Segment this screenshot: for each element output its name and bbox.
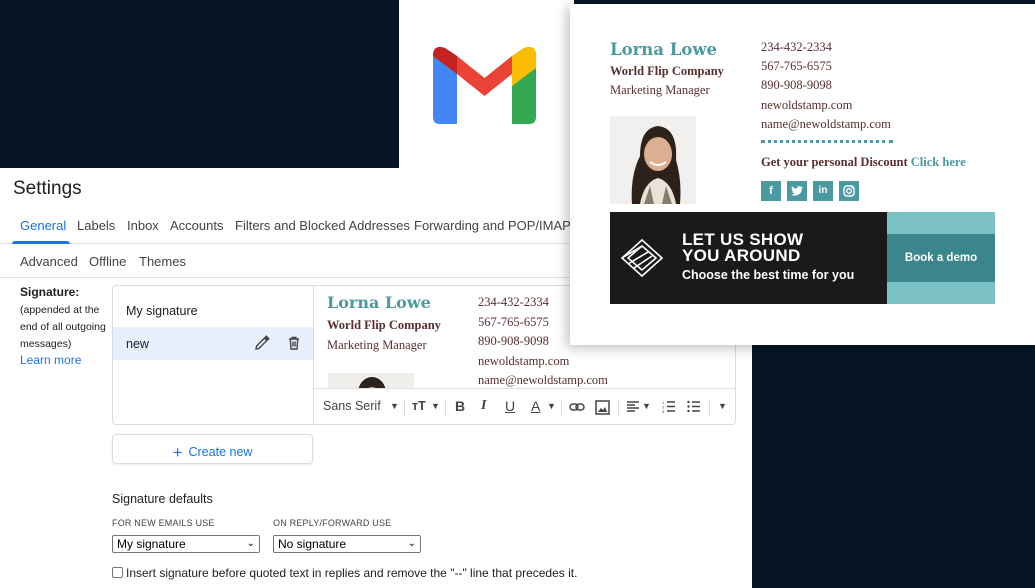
tab-labels[interactable]: Labels [77,218,115,233]
cta-banner[interactable]: LET US SHOW YOU AROUND Choose the best t… [610,212,995,304]
tab-inbox[interactable]: Inbox [127,218,159,233]
tab-themes[interactable]: Themes [139,254,186,269]
pencil-icon[interactable] [254,335,270,351]
page-title: Settings [13,178,82,199]
discount-link[interactable]: Click here [911,155,966,169]
tab-offline[interactable]: Offline [89,254,126,269]
instagram-icon[interactable] [839,181,859,201]
reply-forward-select[interactable]: No signature ⌄ [273,535,421,553]
discount-line: Get your personal Discount Click here [761,155,966,170]
tab-advanced[interactable]: Advanced [20,254,78,269]
preview-role: Marketing Manager [610,83,710,97]
banner-button-area: Book a demo [887,212,995,304]
signature-item-label: new [126,337,149,351]
formatting-toolbar: Sans Serif ▼ тT ▼ B I U A ▼ ▼ 123 ▼ [314,388,735,424]
chevron-down-icon[interactable]: ▼ [390,401,399,411]
insert-signature-text: Insert signature before quoted text in r… [126,566,578,580]
toolbar-divider [561,399,562,416]
trash-icon[interactable] [286,335,302,351]
signature-item-my-signature[interactable]: My signature [113,294,313,327]
chevron-down-icon[interactable]: ▼ [642,401,651,411]
active-tab-indicator [12,241,70,244]
preview-website: newoldstamp.com [761,98,853,112]
new-emails-select[interactable]: My signature ⌄ [112,535,260,553]
numbered-list-icon[interactable]: 123 [662,400,676,416]
signature-list: My signature new [112,285,314,425]
chevron-down-icon: ⌄ [407,538,416,549]
gmail-logo-card [399,0,574,170]
cube-logo-icon [620,238,664,278]
facebook-icon[interactable]: f [761,181,781,201]
insert-signature-checkbox[interactable] [112,567,123,578]
preview-company: World Flip Company [610,64,724,78]
svg-text:3: 3 [662,409,665,413]
align-icon[interactable] [626,400,640,416]
chevron-down-icon[interactable]: ▼ [431,401,440,411]
signature-defaults-title: Signature defaults [112,492,213,506]
toolbar-divider [445,399,446,416]
bold-icon[interactable]: B [455,398,465,414]
signature-role: Marketing Manager [327,338,427,352]
tab-filters[interactable]: Filters and Blocked Addresses [235,218,410,233]
preview-phone-3: 890-908-9098 [761,78,832,92]
banner-title-line-2: YOU AROUND [682,246,801,265]
learn-more-link[interactable]: Learn more [20,353,81,367]
chevron-down-icon[interactable]: ▼ [547,401,556,411]
banner-title: LET US SHOW YOU AROUND [682,231,803,265]
signature-phone-3: 890-908-9098 [478,334,549,348]
signature-label: Signature: [20,285,80,299]
preview-name: Lorna Lowe [610,40,718,59]
signature-website: newoldstamp.com [478,354,570,368]
preview-email: name@newoldstamp.com [761,117,891,131]
signature-preview-card: Lorna Lowe World Flip Company Marketing … [570,4,1035,345]
signature-item-new[interactable]: new [113,327,313,360]
profile-photo [610,116,696,204]
toolbar-divider [709,399,710,416]
signature-item-label: My signature [126,304,198,318]
new-emails-label: FOR NEW EMAILS USE [112,518,215,528]
insert-signature-option: Insert signature before quoted text in r… [112,566,577,580]
link-icon[interactable] [569,400,585,417]
signature-company: World Flip Company [327,318,441,332]
font-select[interactable]: Sans Serif [323,399,381,413]
create-new-button[interactable]: + Create new [112,434,313,464]
signature-phone-2: 567-765-6575 [478,315,549,329]
reply-forward-label: ON REPLY/FORWARD USE [273,518,392,528]
signature-note: (appended at the end of all outgoing mes… [20,304,106,350]
tab-general[interactable]: General [20,218,66,233]
twitter-icon[interactable] [787,181,807,201]
more-options-icon[interactable]: ▼ [718,401,727,411]
toolbar-divider [404,399,405,416]
signature-email: name@newoldstamp.com [478,373,608,387]
underline-icon[interactable]: U [505,398,515,414]
create-new-label: Create new [188,445,253,459]
toolbar-divider [618,399,619,416]
plus-icon: + [172,443,183,462]
reply-forward-value: No signature [278,537,347,551]
preview-phone-2: 567-765-6575 [761,59,832,73]
image-icon[interactable] [595,400,610,418]
text-size-icon[interactable]: тT [412,399,426,413]
text-color-icon[interactable]: A [531,398,540,414]
signature-name: Lorna Lowe [327,293,431,312]
chevron-down-icon: ⌄ [246,538,255,549]
new-emails-value: My signature [117,537,186,551]
discount-text: Get your personal Discount [761,155,908,169]
banner-subtitle: Choose the best time for you [682,268,855,282]
dotted-divider [761,140,893,144]
linkedin-icon[interactable]: in [813,181,833,201]
italic-icon[interactable]: I [481,398,486,414]
preview-phone-1: 234-432-2334 [761,40,832,54]
tab-accounts[interactable]: Accounts [170,218,223,233]
book-demo-button[interactable]: Book a demo [887,234,995,282]
signature-photo-thumb [328,373,414,388]
gmail-logo [433,47,536,124]
signature-phone-1: 234-432-2334 [478,295,549,309]
tab-forwarding[interactable]: Forwarding and POP/IMAP [414,218,571,233]
bulleted-list-icon[interactable] [687,400,701,416]
